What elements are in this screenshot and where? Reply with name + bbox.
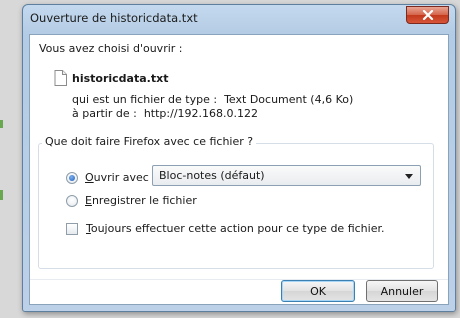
file-type-row: qui est un fichier de type : Text Docume…	[72, 93, 353, 106]
file-source-label: à partir de :	[72, 107, 137, 120]
background-fragment	[0, 190, 3, 200]
dialog-body: Vous avez choisi d'ouvrir : historicdata…	[29, 34, 449, 305]
close-button[interactable]	[406, 6, 449, 24]
file-type-label: qui est un fichier de type :	[72, 93, 218, 106]
cancel-button[interactable]: Annuler	[366, 280, 438, 302]
open-with-label[interactable]: Ouvrir avec	[85, 171, 149, 184]
download-dialog: Ouverture de historicdata.txt Vous avez …	[22, 4, 456, 312]
chevron-down-icon	[405, 174, 413, 179]
window-title: Ouverture de historicdata.txt	[30, 11, 198, 25]
always-do-checkbox[interactable]	[66, 223, 78, 235]
file-source-row: à partir de : http://192.168.0.122	[72, 107, 258, 120]
open-prompt: Vous avez choisi d'ouvrir :	[39, 42, 183, 55]
file-name: historicdata.txt	[72, 72, 169, 85]
close-icon	[422, 10, 433, 20]
title-bar[interactable]: Ouverture de historicdata.txt	[23, 5, 455, 33]
text-file-icon	[54, 70, 67, 86]
application-select-value: Bloc-notes (défaut)	[159, 169, 265, 182]
save-file-label[interactable]: Enregistrer le fichier	[85, 194, 197, 207]
file-type-value: Text Document (4,6 Ko)	[224, 93, 354, 106]
radio-selected-dot	[69, 175, 75, 181]
action-question: Que doit faire Firefox avec ce fichier ?	[42, 135, 257, 148]
file-source-value: http://192.168.0.122	[143, 107, 259, 120]
ok-button[interactable]: OK	[281, 280, 355, 302]
open-with-radio[interactable]	[66, 172, 78, 184]
background-fragment	[0, 120, 3, 128]
save-file-radio[interactable]	[66, 195, 78, 207]
always-do-label[interactable]: Toujours effectuer cette action pour ce …	[86, 222, 384, 235]
application-select[interactable]: Bloc-notes (défaut)	[152, 165, 421, 186]
